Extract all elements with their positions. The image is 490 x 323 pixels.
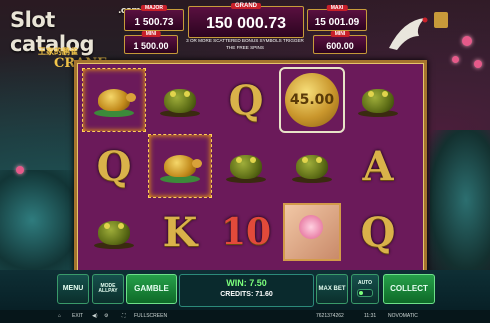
win-credits-display: WIN: 7.50 CREDITS: 71.60 [179,274,314,307]
reel-cell [149,69,211,131]
reel-cell [215,135,277,197]
letter-symbol-q: Q [228,76,264,124]
fullscreen-link[interactable]: FULLSCREEN [134,313,167,319]
toad-symbol-icon [160,83,200,117]
letter-symbol-10: 10 [220,211,272,253]
mode-value: ALLPAY [98,288,118,294]
provider-name: NOVOMATIC [388,313,418,319]
toad-symbol-icon [226,149,266,183]
reel-cell: Q [215,69,277,131]
menu-button[interactable]: MENU [57,274,89,304]
jackpot-top-right: MAXI 15 001.09 [307,5,367,31]
blossom-icon [474,60,482,68]
pond-left [0,170,80,270]
novomatic-emblem-icon [434,12,448,28]
toad-symbol-icon [94,215,134,249]
reel-cell: 10 [215,201,277,263]
gamble-button[interactable]: GAMBLE [126,274,177,304]
auto-toggle-icon [357,289,373,298]
reel-cell [148,134,212,198]
reel-cell [281,135,343,197]
credits-amount: CREDITS: 71.60 [220,291,273,298]
letter-symbol-a: A [362,142,394,190]
crane-icon [385,14,431,54]
letter-symbol-k: K [162,208,198,256]
reel-cell: Q [83,135,145,197]
reel-frame: Q 45.00 Q A K 10 Q [74,60,427,275]
blossom-icon [16,166,24,174]
blossom-icon [452,56,459,63]
win-amount: WIN: 7.50 [226,278,267,288]
pond-right [430,130,490,270]
status-bar: ⌂ EXIT ◀) ⚙ ⛶ FULLSCREEN 7621374262 11:3… [0,310,490,323]
turtle-symbol-icon [92,83,136,117]
collect-button[interactable]: COLLECT [383,274,435,304]
toad-symbol-icon [292,149,332,183]
mode-button[interactable]: MODE ALLPAY [92,274,124,304]
turtle-symbol-icon [158,149,202,183]
settings-icon[interactable]: ⚙ [104,313,108,319]
home-icon[interactable]: ⌂ [58,313,61,319]
session-id: 7621374262 [316,313,344,319]
reel-cell: 45.00 [279,67,345,133]
fullscreen-icon[interactable]: ⛶ [122,313,126,319]
game-logo: Slot catalog.com 王家的鹏雀 CRANE [10,6,141,71]
blossom-icon [462,36,472,46]
reel-cell: Q [347,201,409,263]
flower-scatter-icon [283,203,341,261]
max-bet-button[interactable]: MAX BET [316,274,348,304]
reel-cell [82,68,146,132]
reel-cell [83,201,145,263]
reel-cell [281,201,343,263]
toad-symbol-icon [358,83,398,117]
coin-symbol-value: 45.00 [285,73,339,127]
clock: 11:31 [364,313,377,319]
reel-cell: K [149,201,211,263]
sound-icon[interactable]: ◀) [92,313,98,319]
reel-cell [347,69,409,131]
exit-link[interactable]: EXIT [72,313,83,319]
auto-label: AUTO [357,279,373,286]
letter-symbol-q: Q [360,208,396,256]
jackpot-bottom-right: MINI 600.00 [313,31,367,54]
letter-symbol-q: Q [96,142,132,190]
jackpot-grand: GRAND 150 000.73 [188,3,304,38]
bonus-banner: 3 OR MORE SCATTERED BONUS SYMBOLS TRIGGE… [186,38,304,50]
jackpot-top-left: MAJOR 1 500.73 [124,5,184,31]
jackpot-bottom-left: MINI 1 500.00 [124,31,178,54]
reel-cell: A [347,135,409,197]
auto-button[interactable]: AUTO [351,274,379,304]
